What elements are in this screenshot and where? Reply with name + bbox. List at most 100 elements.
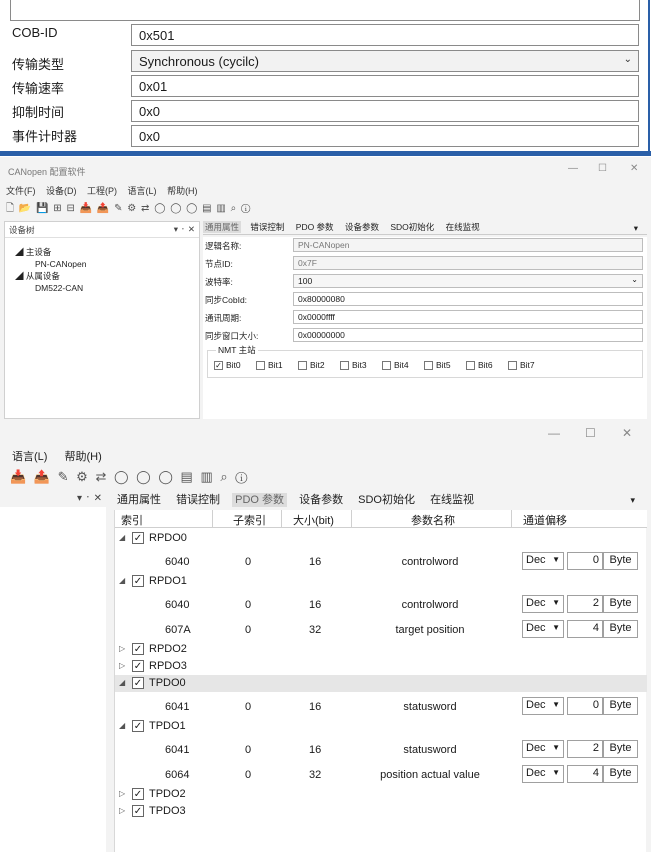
pane-controls[interactable]: ▾ ᛫ ✕ (174, 224, 195, 235)
nmt-bit5-checkbox[interactable]: Bit5 (424, 360, 451, 370)
menu-language[interactable]: 语言(L) (128, 186, 157, 196)
info-icon[interactable]: ⓘ (241, 203, 251, 214)
sync-window-field[interactable]: 0x00000000 (293, 328, 643, 342)
offset-input[interactable]: 2 (567, 595, 603, 613)
import-icon[interactable]: 📥 (80, 203, 93, 214)
pdo-group-checkbox[interactable]: ✓ (132, 805, 144, 817)
menu-file[interactable]: 文件(F) (6, 186, 36, 196)
format-select[interactable]: Dec ▼ (522, 697, 564, 715)
add-device-icon[interactable]: ⊞ (53, 203, 62, 214)
pdo-group-row[interactable]: ◢ ✓ RPDO0 (115, 530, 647, 547)
menu-help[interactable]: 帮助(H) (65, 451, 102, 463)
tree-node-pn-canopen[interactable]: PN-CANopen (5, 258, 199, 270)
nmt-bit2-checkbox[interactable]: Bit2 (298, 360, 325, 370)
table-row[interactable]: 6064 0 32 position actual value Dec ▼ 4 Byte (115, 764, 647, 785)
tab-sdo-init[interactable]: SDO初始化 (388, 221, 436, 233)
settings-icon[interactable]: ⚙ (127, 203, 137, 214)
event-timer-field[interactable]: 0x0 (131, 125, 639, 147)
pdo-group-checkbox[interactable]: ✓ (132, 720, 144, 732)
wand-icon[interactable]: ✎ (58, 469, 71, 484)
import-icon[interactable]: 📥 (10, 469, 28, 484)
baud-rate-select[interactable]: 100 ⌄ (293, 274, 643, 288)
report-icon[interactable]: ▤ (202, 203, 212, 214)
pdo-group-checkbox[interactable]: ✓ (132, 677, 144, 689)
table-row[interactable]: 6040 0 16 controlword Dec ▼ 0 Byte (115, 551, 647, 572)
table-row[interactable]: 6041 0 16 statusword Dec ▼ 0 Byte (115, 696, 647, 717)
pdo-group-row[interactable]: ▷ ✓ TPDO3 (115, 803, 647, 820)
menu-device[interactable]: 设备(D) (46, 186, 77, 196)
table-row[interactable]: 6040 0 16 controlword Dec ▼ 2 Byte (115, 594, 647, 615)
pdo-group-row[interactable]: ◢ ✓ TPDO0 (115, 675, 647, 692)
pdo-group-checkbox[interactable]: ✓ (132, 660, 144, 672)
tab-device-params[interactable]: 设备参数 (296, 493, 346, 507)
format-select[interactable]: Dec ▼ (522, 552, 564, 570)
pdo-group-row[interactable]: ▷ ✓ TPDO2 (115, 786, 647, 803)
transmission-type-select[interactable]: Synchronous (cycilc) ⌄ (131, 50, 639, 72)
expand-down-icon[interactable]: ◢ (119, 678, 125, 687)
pdo-group-checkbox[interactable]: ✓ (132, 643, 144, 655)
expand-down-icon[interactable]: ◢ (119, 721, 125, 730)
offset-input[interactable]: 4 (567, 765, 603, 783)
table-row[interactable]: 607A 0 32 target position Dec ▼ 4 Byte (115, 619, 647, 640)
stop-icon[interactable]: ◯ (154, 203, 166, 214)
close-button[interactable]: ✕ (622, 426, 632, 440)
start-icon[interactable]: ◯ (136, 469, 153, 484)
tab-overflow-icon[interactable]: ▾ (627, 494, 638, 507)
remove-device-icon[interactable]: ⊟ (66, 203, 75, 214)
nmt-bit1-checkbox[interactable]: Bit1 (256, 360, 283, 370)
report-icon[interactable]: ▤ (181, 469, 195, 484)
export-icon[interactable]: 📤 (34, 469, 52, 484)
comm-period-field[interactable]: 0x0000ffff (293, 310, 643, 324)
nmt-bit7-checkbox[interactable]: Bit7 (508, 360, 535, 370)
format-select[interactable]: Dec ▼ (522, 620, 564, 638)
format-select[interactable]: Dec ▼ (522, 740, 564, 758)
expand-down-icon[interactable]: ◢ (119, 533, 125, 542)
tab-device-params[interactable]: 设备参数 (343, 221, 381, 233)
offset-input[interactable]: 4 (567, 620, 603, 638)
tab-general[interactable]: 通用属性 (114, 493, 164, 507)
close-button[interactable]: ✕ (630, 163, 638, 174)
cob-id-field[interactable]: 0x501 (131, 24, 639, 46)
pdo-group-row[interactable]: ◢ ✓ TPDO1 (115, 718, 647, 735)
pdo-group-checkbox[interactable]: ✓ (132, 575, 144, 587)
export-icon[interactable]: 📤 (97, 203, 110, 214)
delete-icon[interactable]: ▥ (200, 469, 214, 484)
minimize-button[interactable]: — (568, 163, 578, 174)
nmt-bit3-checkbox[interactable]: Bit3 (340, 360, 367, 370)
pause-icon[interactable]: ◯ (158, 469, 175, 484)
wand-icon[interactable]: ✎ (114, 203, 123, 214)
connect-icon[interactable]: ⇄ (95, 469, 108, 484)
pause-icon[interactable]: ◯ (186, 203, 198, 214)
tab-pdo-params[interactable]: PDO 参数 (294, 221, 336, 233)
pdo-group-row[interactable]: ◢ ✓ RPDO1 (115, 573, 647, 590)
format-select[interactable]: Dec ▼ (522, 765, 564, 783)
tab-general[interactable]: 通用属性 (203, 221, 242, 233)
delete-icon[interactable]: ▥ (216, 203, 226, 214)
settings-icon[interactable]: ⚙ (76, 469, 90, 484)
expand-down-icon[interactable]: ◢ (119, 576, 125, 585)
offset-input[interactable]: 0 (567, 697, 603, 715)
maximize-button[interactable]: ☐ (598, 163, 607, 174)
minimize-button[interactable]: — (548, 426, 560, 440)
transmission-rate-field[interactable]: 0x01 (131, 75, 639, 97)
maximize-button[interactable]: ☐ (585, 426, 596, 440)
pane-controls[interactable]: ▾ ᛫ ✕ (77, 493, 102, 504)
offset-input[interactable]: 2 (567, 740, 603, 758)
tree-node-dm522-can[interactable]: DM522-CAN (5, 282, 199, 294)
table-row[interactable]: 6041 0 16 statusword Dec ▼ 2 Byte (115, 739, 647, 760)
start-icon[interactable]: ◯ (170, 203, 182, 214)
tab-error-control[interactable]: 错误控制 (173, 493, 223, 507)
tab-error-control[interactable]: 错误控制 (248, 221, 286, 233)
pdo-group-row[interactable]: ▷ ✓ RPDO2 (115, 641, 647, 658)
menu-help[interactable]: 帮助(H) (167, 186, 198, 196)
tab-online-monitor[interactable]: 在线监视 (427, 493, 477, 507)
format-select[interactable]: Dec ▼ (522, 595, 564, 613)
expand-right-icon[interactable]: ▷ (119, 806, 125, 815)
tree-node-master[interactable]: ◢ 主设备 (5, 246, 199, 258)
tab-sdo-init[interactable]: SDO初始化 (355, 493, 418, 507)
expand-right-icon[interactable]: ▷ (119, 789, 125, 798)
open-icon[interactable]: 📂 (19, 203, 32, 214)
nmt-bit0-checkbox[interactable]: ✓ Bit0 (214, 360, 241, 370)
tab-overflow-icon[interactable]: ▾ (632, 222, 640, 235)
pdo-group-checkbox[interactable]: ✓ (132, 532, 144, 544)
